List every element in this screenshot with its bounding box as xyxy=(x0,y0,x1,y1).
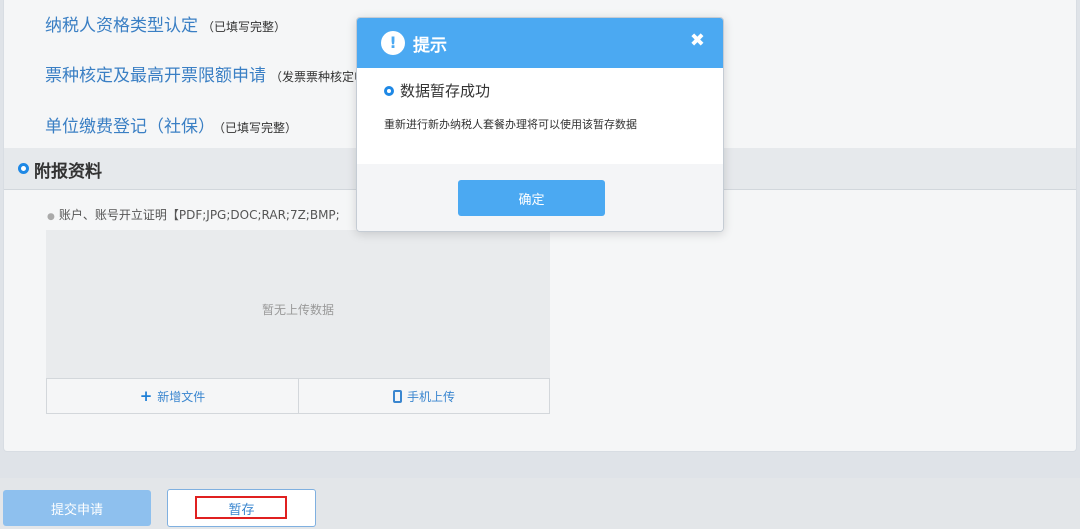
message-description: 重新进行新办纳税人套餐办理将可以使用该暂存数据 xyxy=(384,118,637,131)
section-title: 附报资料 xyxy=(34,162,102,182)
mobile-upload-label: 手机上传 xyxy=(406,389,455,404)
section-bullet-icon xyxy=(18,163,29,174)
alert-icon: ! xyxy=(381,31,405,55)
form-link-taxpayer-qualification[interactable]: 纳税人资格类型认定 （已填写完整） xyxy=(45,11,286,36)
bottom-action-bar xyxy=(0,478,1080,529)
add-file-button[interactable]: + 新增文件 xyxy=(46,378,299,414)
add-file-label: 新增文件 xyxy=(157,389,206,404)
plus-icon: + xyxy=(139,387,153,405)
form-link-invoice-approval[interactable]: 票种核定及最高开票限额申请 （发票票种核定申 xyxy=(45,61,366,86)
dialog-title: 提示 xyxy=(413,36,447,56)
dialog-header: ! 提示 ✖ xyxy=(357,18,723,68)
attachment-doc-text: 账户、账号开立证明【PDF;JPG;DOC;RAR;7Z;BMP; xyxy=(58,208,340,222)
form-link-status: （已填写完整） xyxy=(202,20,287,34)
submit-application-button[interactable]: 提交申请 xyxy=(3,490,151,526)
message-title: 数据暂存成功 xyxy=(400,82,491,100)
close-icon[interactable]: ✖ xyxy=(690,31,705,51)
highlight-annotation-box xyxy=(195,496,287,519)
upload-area: 暂无上传数据 xyxy=(46,230,550,378)
bullet-icon: ● xyxy=(47,212,55,222)
form-link-label[interactable]: 单位缴费登记（社保） xyxy=(45,117,215,137)
empty-state-text: 暂无上传数据 xyxy=(261,303,334,317)
form-link-label[interactable]: 票种核定及最高开票限额申请 xyxy=(45,66,266,86)
mobile-upload-button[interactable]: 手机上传 xyxy=(298,378,550,414)
phone-icon xyxy=(392,389,402,403)
dialog-footer: 确定 xyxy=(357,164,723,231)
notice-dialog: ! 提示 ✖ 数据暂存成功 重新进行新办纳税人套餐办理将可以使用该暂存数据 确定 xyxy=(356,17,724,232)
confirm-button[interactable]: 确定 xyxy=(458,180,605,216)
attachment-doc-label: ● 账户、账号开立证明【PDF;JPG;DOC;RAR;7Z;BMP; xyxy=(47,206,340,223)
message-bullet-icon xyxy=(384,86,394,96)
form-link-label[interactable]: 纳税人资格类型认定 xyxy=(45,16,198,36)
form-link-status: （已填写完整） xyxy=(219,121,298,135)
form-link-status: （发票票种核定申 xyxy=(270,70,367,84)
form-link-social-security[interactable]: 单位缴费登记（社保） （已填写完整） xyxy=(45,112,297,137)
